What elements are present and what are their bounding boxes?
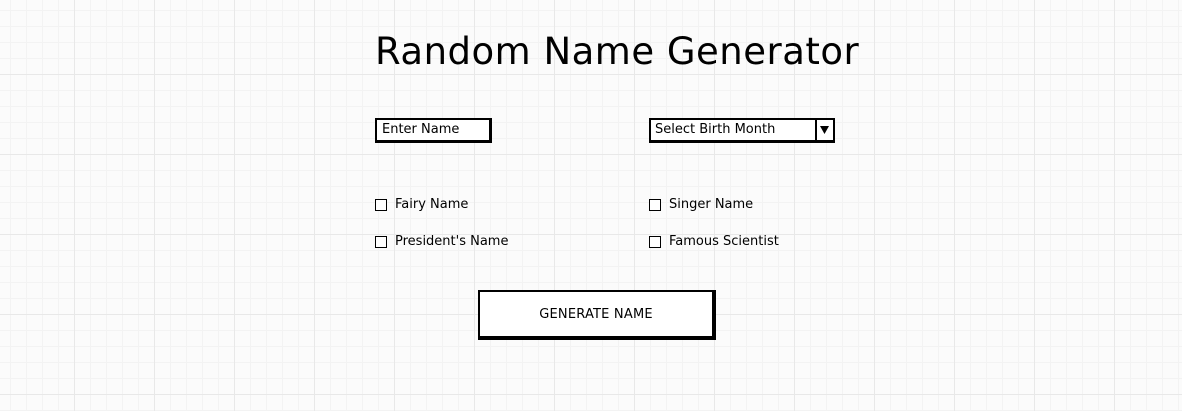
birth-month-selected-value: Select Birth Month (655, 122, 776, 137)
name-input[interactable]: Enter Name (375, 118, 492, 143)
fairy-name-checkbox[interactable] (375, 199, 387, 211)
famous-scientist-checkbox[interactable] (649, 236, 661, 248)
singer-name-checkbox[interactable] (649, 199, 661, 211)
fairy-name-option[interactable]: Fairy Name (375, 197, 468, 213)
generate-name-button[interactable]: GENERATE NAME (478, 290, 716, 340)
famous-scientist-option[interactable]: Famous Scientist (649, 234, 779, 250)
name-input-placeholder: Enter Name (382, 122, 460, 137)
famous-scientist-label: Famous Scientist (669, 234, 779, 249)
president-name-checkbox[interactable] (375, 236, 387, 248)
birth-month-select[interactable]: Select Birth Month (649, 118, 835, 143)
triangle-down-icon (820, 126, 829, 134)
page-title: Random Name Generator (375, 30, 860, 73)
singer-name-option[interactable]: Singer Name (649, 197, 753, 213)
generate-name-button-label: GENERATE NAME (539, 306, 653, 322)
president-name-label: President's Name (395, 234, 509, 249)
dropdown-arrow[interactable] (815, 120, 833, 140)
singer-name-label: Singer Name (669, 197, 754, 212)
president-name-option[interactable]: President's Name (375, 234, 508, 250)
fairy-name-label: Fairy Name (395, 197, 469, 212)
